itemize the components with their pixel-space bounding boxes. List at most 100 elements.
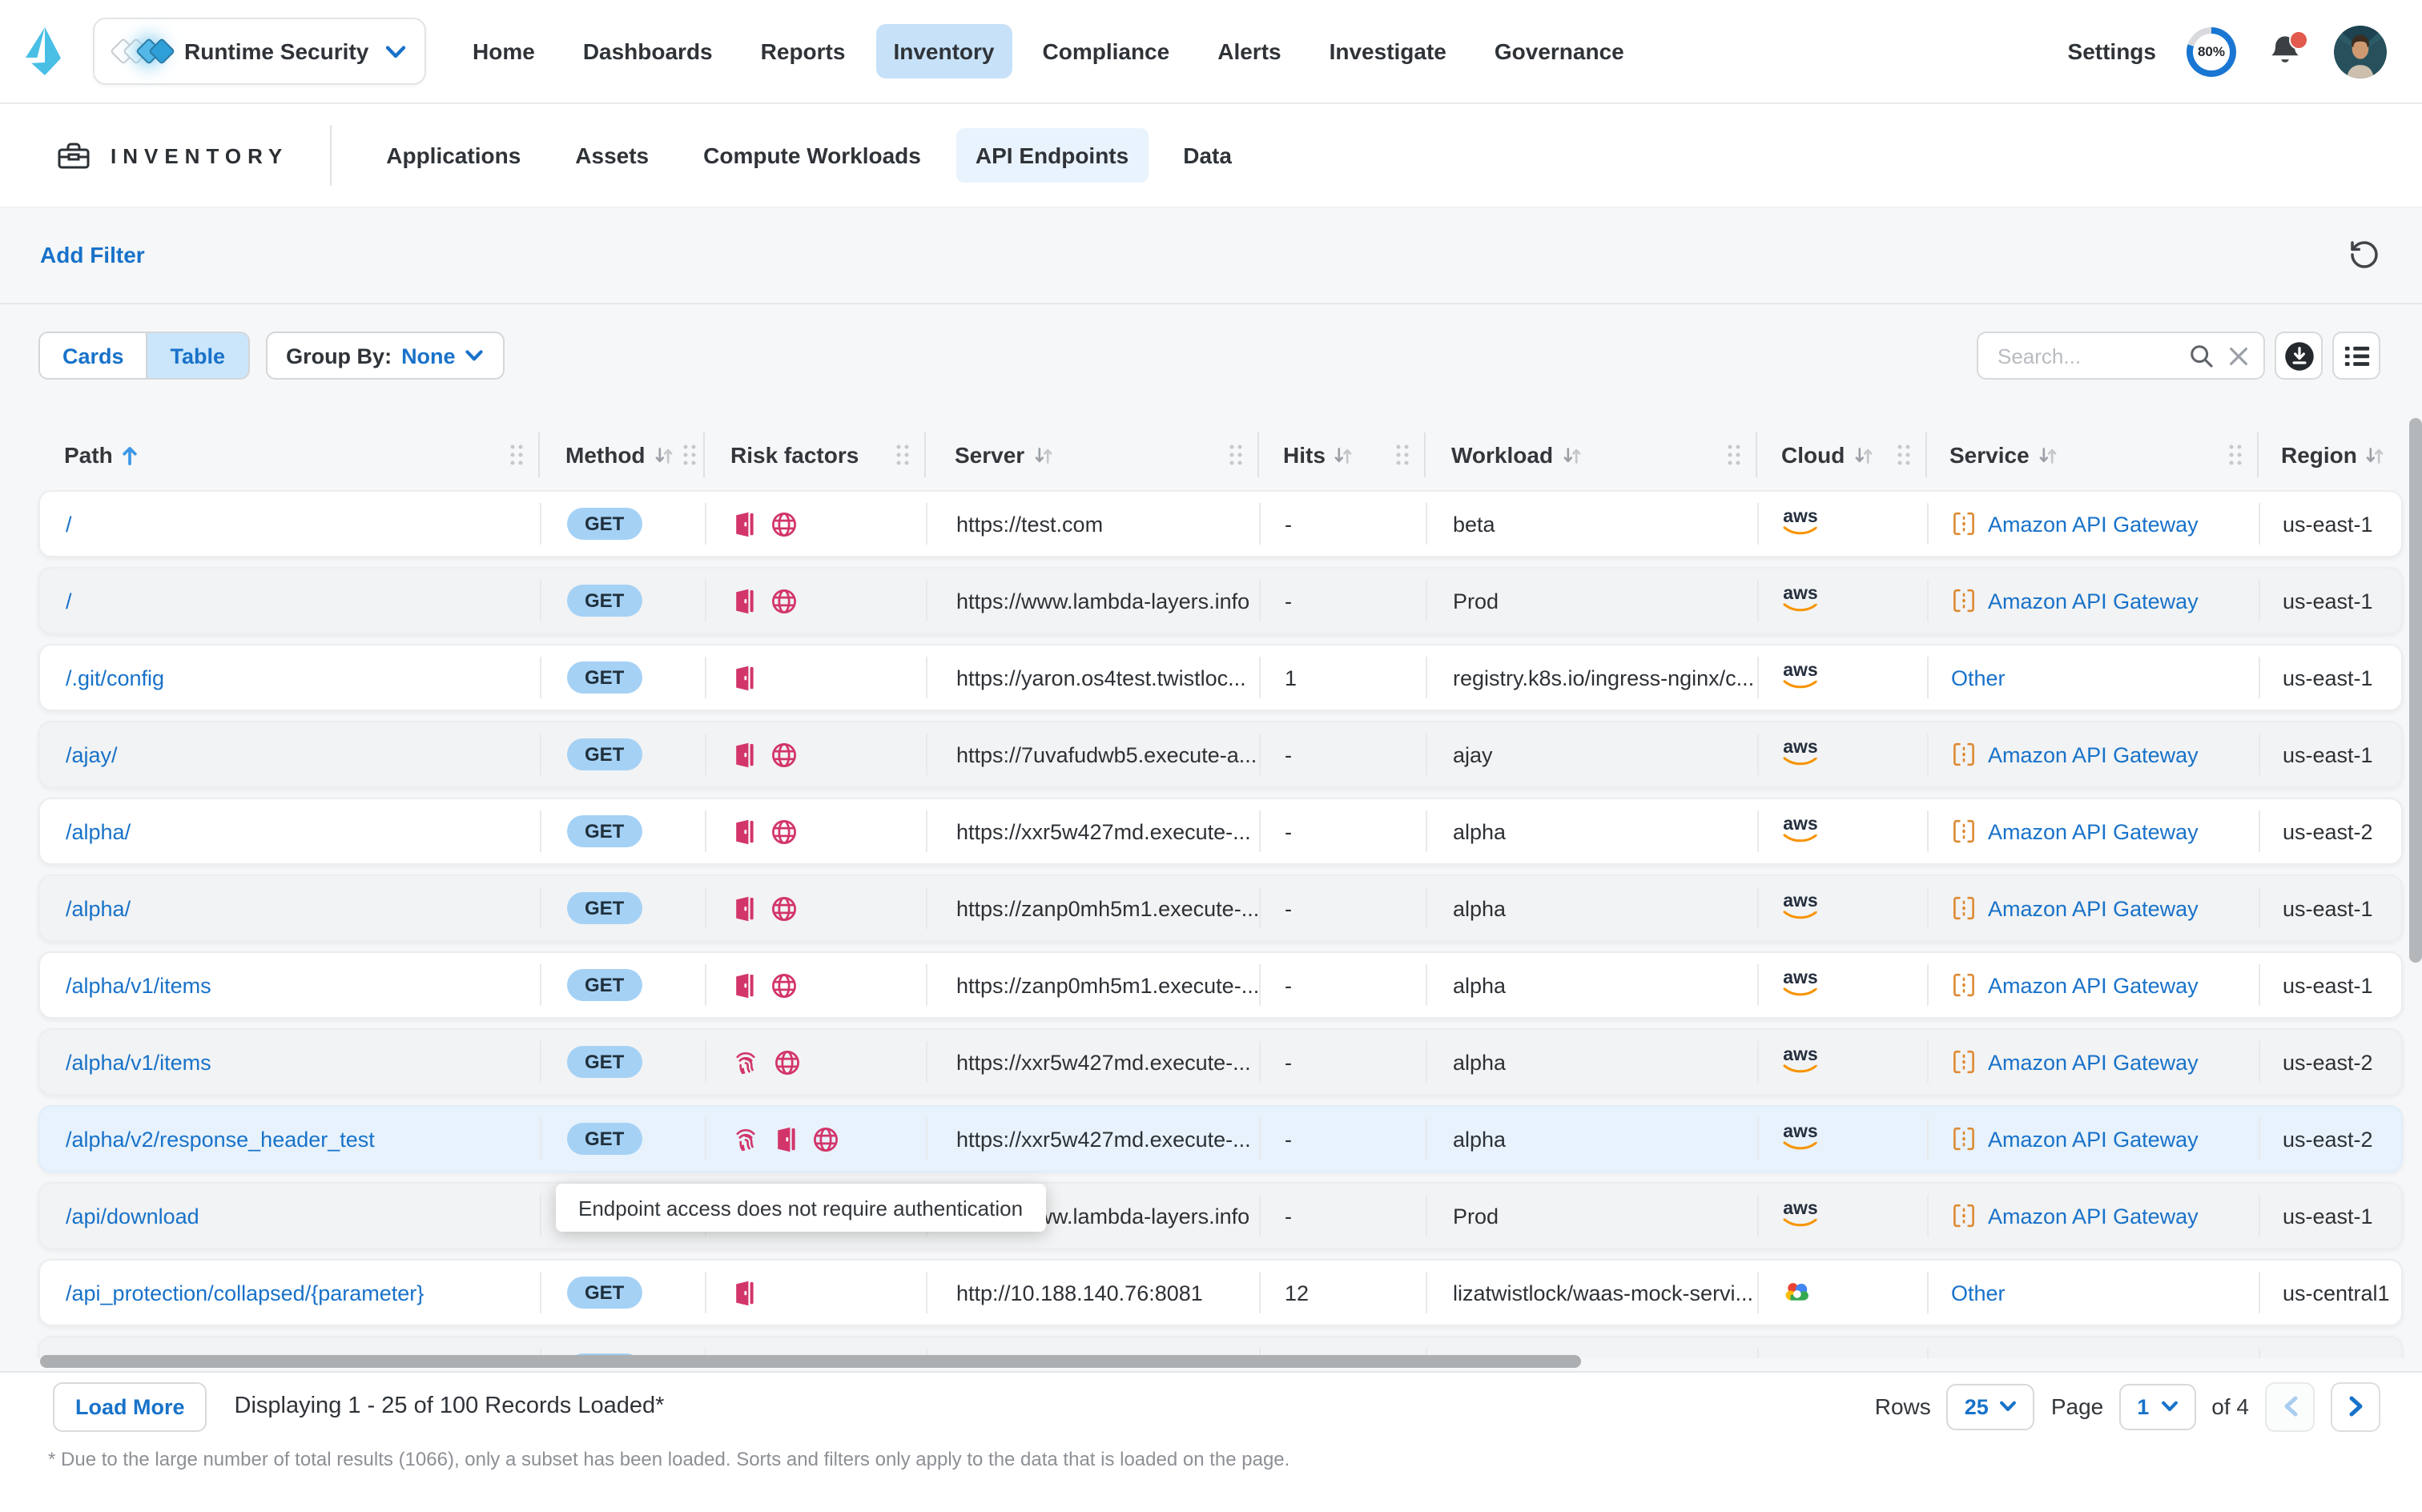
service-link[interactable]: Amazon API Gateway [1988,512,2199,536]
column-header-hits[interactable]: Hits [1257,432,1424,477]
column-settings-button[interactable] [2332,332,2380,380]
download-button[interactable] [2275,332,2323,380]
path-link[interactable]: /alpha/v1/items [66,973,211,997]
globe-icon[interactable] [774,1048,801,1076]
table-row[interactable]: /GEThttps://www.lambda-layers.info-Proda… [38,567,2403,634]
next-page-button[interactable] [2331,1381,2380,1431]
path-link[interactable]: /api_protection/collapsed/{parameter} [66,1281,424,1305]
notifications-bell-icon[interactable] [2267,34,2303,69]
sort-icon[interactable] [1561,444,1582,465]
fingerprint-icon[interactable] [732,1048,759,1076]
open-door-icon[interactable] [732,510,756,537]
table-row[interactable]: /ajay/GEThttps://7uvafudwb5.execute-a...… [38,721,2403,788]
sort-icon[interactable] [654,444,674,465]
service-link[interactable]: Amazon API Gateway [1988,1127,2199,1151]
globe-icon[interactable] [770,895,798,922]
drag-handle-icon[interactable] [1395,444,1410,466]
add-filter-link[interactable]: Add Filter [40,242,145,267]
service-link[interactable]: Other [1951,1281,2006,1305]
group-by-dropdown[interactable]: Group By: None [265,332,505,380]
sort-icon[interactable] [1334,444,1354,465]
fingerprint-icon[interactable] [732,1125,759,1152]
drag-handle-icon[interactable] [1727,444,1741,466]
tab-applications[interactable]: Applications [367,128,540,183]
nav-item-reports[interactable]: Reports [743,24,863,78]
service-link[interactable]: Other [1951,666,2006,690]
service-link[interactable]: Amazon API Gateway [1988,1050,2199,1074]
tab-compute-workloads[interactable]: Compute Workloads [684,128,940,183]
column-header-path[interactable]: Path [38,432,538,477]
column-header-service[interactable]: Service [1925,432,2257,477]
sort-icon[interactable] [2365,444,2386,465]
product-switcher[interactable]: Runtime Security [93,18,426,85]
service-link[interactable]: Amazon API Gateway [1988,742,2199,766]
path-link[interactable]: / [66,512,72,536]
globe-icon[interactable] [770,971,798,999]
nav-item-governance[interactable]: Governance [1477,24,1642,78]
table-row[interactable]: /alpha/GEThttps://xxr5w427md.execute-...… [38,798,2403,865]
nav-item-compliance[interactable]: Compliance [1025,24,1188,78]
path-link[interactable]: /alpha/ [66,896,131,920]
nav-item-settings[interactable]: Settings [2068,38,2156,64]
path-link[interactable]: /ajay/ [66,742,118,766]
load-more-button[interactable]: Load More [53,1381,207,1431]
column-header-workload[interactable]: Workload [1424,432,1756,477]
open-door-icon[interactable] [732,895,756,922]
drag-handle-icon[interactable] [1897,444,1911,466]
sort-asc-icon[interactable] [121,443,140,467]
vertical-scrollbar[interactable] [2409,418,2422,963]
path-link[interactable]: /alpha/v1/items [66,1050,211,1074]
open-door-icon[interactable] [732,818,756,845]
column-header-server[interactable]: Server [924,432,1257,477]
nav-item-inventory[interactable]: Inventory [875,24,1012,78]
open-door-icon[interactable] [732,741,756,768]
service-link[interactable]: Amazon API Gateway [1988,819,2199,843]
table-row[interactable]: /alpha/GEThttps://zanp0mh5m1.execute-...… [38,875,2403,942]
horizontal-scrollbar[interactable] [40,1355,1581,1368]
tab-data[interactable]: Data [1164,128,1251,183]
service-link[interactable]: Other [1951,1357,2006,1358]
open-door-icon[interactable] [732,664,756,691]
table-row[interactable]: /alpha/v2/response_header_testGEThttps:/… [38,1105,2403,1172]
open-door-icon[interactable] [732,587,756,614]
search-icon[interactable] [2188,342,2215,369]
service-link[interactable]: Amazon API Gateway [1988,973,2199,997]
globe-icon[interactable] [770,818,798,845]
nav-item-dashboards[interactable]: Dashboards [565,24,730,78]
credits-gauge[interactable]: 80% [2187,26,2236,76]
table-row[interactable]: /GEThttps://test.com-betaawsAmazon API G… [38,490,2403,557]
open-door-icon[interactable] [732,971,756,999]
page-select[interactable]: 1 [2119,1383,2195,1430]
tab-api-endpoints[interactable]: API Endpoints [956,128,1148,183]
sort-icon[interactable] [1853,444,1873,465]
tab-assets[interactable]: Assets [556,128,668,183]
globe-icon[interactable] [770,587,798,614]
nav-item-home[interactable]: Home [455,24,553,78]
path-link[interactable]: /alpha/v2/response_header_test [66,1127,375,1151]
nav-item-alerts[interactable]: Alerts [1200,24,1298,78]
table-row[interactable]: /api_protection/collapsed/{parameter}GET… [38,1259,2403,1326]
path-link[interactable]: /alpha/ [66,819,131,843]
drag-handle-icon[interactable] [1229,444,1243,466]
cards-view-button[interactable]: Cards [40,333,147,378]
drag-handle-icon[interactable] [895,444,910,466]
globe-icon[interactable] [812,1125,839,1152]
globe-icon[interactable] [770,741,798,768]
table-row[interactable]: /alpha/v1/itemsGEThttps://xxr5w427md.exe… [38,1028,2403,1096]
column-header-region[interactable]: Region [2257,432,2403,477]
open-door-icon[interactable] [732,1279,756,1306]
search-input[interactable] [1994,342,2177,369]
rows-per-page-select[interactable]: 25 [1947,1383,2035,1430]
drag-handle-icon[interactable] [2228,444,2243,466]
table-view-button[interactable]: Table [147,333,248,378]
column-header-method[interactable]: Method [538,432,703,477]
table-row[interactable]: /.git/configGEThttps://yaron.os4test.twi… [38,644,2403,711]
drag-handle-icon[interactable] [509,444,524,466]
path-link[interactable]: /.git/config [66,666,164,690]
drag-handle-icon[interactable] [682,444,697,466]
path-link[interactable]: / [66,589,72,613]
globe-icon[interactable] [770,510,798,537]
previous-page-button[interactable] [2265,1381,2315,1431]
path-link[interactable]: /api/download [66,1204,199,1228]
service-link[interactable]: Amazon API Gateway [1988,1204,2199,1228]
